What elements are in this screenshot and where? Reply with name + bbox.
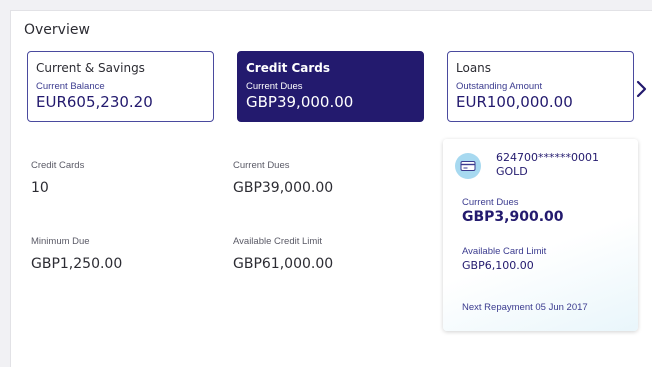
card-current-dues-value: GBP3,900.00 xyxy=(462,209,564,225)
tab-sub-label: Current Dues xyxy=(246,81,303,92)
credit-cards-count-label: Credit Cards xyxy=(31,160,85,171)
minimum-due-label: Minimum Due xyxy=(31,236,90,247)
overview-title: Overview xyxy=(24,22,90,38)
card-available-limit-value: GBP6,100.00 xyxy=(462,259,534,272)
tab-credit-cards[interactable]: Credit Cards Current Dues GBP39,000.00 xyxy=(237,51,424,122)
tab-sub-label: Outstanding Amount xyxy=(456,81,543,92)
card-current-dues-label: Current Dues xyxy=(462,197,519,208)
minimum-due-value: GBP1,250.00 xyxy=(31,256,123,272)
card-type: GOLD xyxy=(496,165,528,178)
tab-current-savings[interactable]: Current & Savings Current Balance EUR605… xyxy=(27,51,214,122)
tab-value: EUR100,000.00 xyxy=(456,93,573,111)
tab-loans[interactable]: Loans Outstanding Amount EUR100,000.00 xyxy=(447,51,634,122)
tab-title: Credit Cards xyxy=(246,61,331,75)
credit-card-detail[interactable]: 624700******0001 GOLD Current Dues GBP3,… xyxy=(443,139,638,331)
overview-panel: Overview Current & Savings Current Balan… xyxy=(10,10,652,367)
tab-title: Current & Savings xyxy=(36,61,145,75)
available-credit-limit-value: GBP61,000.00 xyxy=(233,256,334,272)
card-available-limit-label: Available Card Limit xyxy=(462,246,547,257)
credit-cards-count-value: 10 xyxy=(31,180,49,196)
tab-sub-label: Current Balance xyxy=(36,81,105,92)
tab-title: Loans xyxy=(456,61,492,75)
current-dues-value: GBP39,000.00 xyxy=(233,180,334,196)
available-credit-limit-label: Available Credit Limit xyxy=(233,236,323,247)
next-repayment: Next Repayment 05 Jun 2017 xyxy=(462,302,588,313)
credit-card-icon xyxy=(455,153,481,179)
card-number: 624700******0001 xyxy=(496,151,599,164)
tab-value: EUR605,230.20 xyxy=(36,93,153,111)
current-dues-label: Current Dues xyxy=(233,160,290,171)
chevron-right-icon[interactable] xyxy=(635,79,649,99)
tab-value: GBP39,000.00 xyxy=(246,93,354,111)
